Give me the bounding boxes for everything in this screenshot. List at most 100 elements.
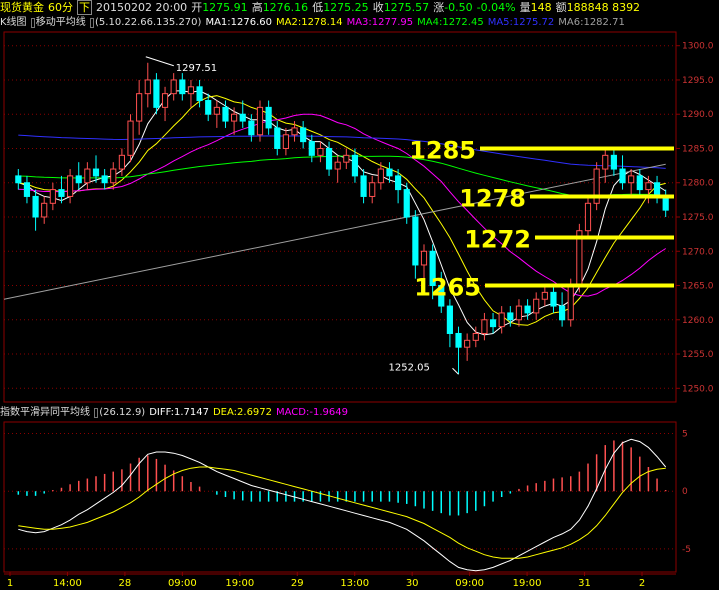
x-tick-label: 29 — [291, 578, 304, 589]
candle-body — [92, 168, 100, 177]
low-marker-line — [452, 367, 459, 375]
price-tick-label: 1290.0 — [682, 110, 714, 120]
candle-body — [49, 189, 56, 204]
price-tick-label: 1275.0 — [682, 213, 714, 223]
candle-body — [317, 147, 324, 156]
price-tick-label: 1300.0 — [682, 42, 714, 52]
low-annotation: 1252.05 — [389, 362, 430, 373]
candle-body — [179, 79, 186, 95]
candle-body — [265, 106, 272, 129]
dea-line — [18, 466, 666, 559]
candle-body — [248, 120, 255, 136]
x-tick-label: 09:00 — [168, 578, 197, 589]
macd-panel-frame — [3, 421, 677, 573]
candle-body — [498, 312, 505, 328]
candle-body — [377, 168, 384, 184]
chart-canvas[interactable]: 1297.51 1252.05 1285 1278 1272 1265 1300.0 129… — [0, 0, 719, 590]
candle-body — [351, 154, 359, 177]
candle-body — [653, 182, 661, 197]
candle-body — [325, 147, 333, 170]
candle-body — [256, 106, 264, 136]
candle-body — [222, 106, 229, 122]
level-label-1265: 1265 — [414, 274, 481, 302]
candle-body — [395, 175, 402, 191]
candle-body — [170, 79, 177, 95]
candle-body — [455, 332, 462, 348]
candle-body — [636, 175, 643, 191]
candle-body — [58, 189, 65, 197]
moving-average-layer — [3, 90, 666, 336]
candle-body — [84, 168, 91, 184]
candle-body — [161, 93, 169, 108]
x-tick-label: 19:00 — [513, 578, 542, 589]
candle-body — [386, 168, 393, 177]
ma5-line — [18, 134, 666, 169]
candle-body — [282, 134, 289, 149]
candle-body — [136, 93, 143, 122]
candle-body — [23, 182, 31, 197]
x-tick-label: 31 — [578, 578, 591, 589]
candle-body — [300, 127, 307, 143]
candle-body — [308, 141, 315, 156]
candle-body — [446, 305, 453, 334]
macd-tick-label: -5 — [682, 545, 691, 555]
candle-body — [274, 127, 281, 149]
candle-body — [472, 332, 479, 341]
x-tick-label: 30 — [406, 578, 419, 589]
candle-body — [144, 79, 151, 95]
candle-body — [343, 154, 350, 163]
macd-tick-label: 0 — [682, 487, 688, 497]
candle-body — [541, 291, 548, 300]
candle-body — [15, 175, 22, 184]
candle-body — [67, 175, 74, 197]
candle-body — [567, 285, 574, 321]
price-tick-label: 1250.0 — [682, 384, 714, 394]
candle-body — [610, 154, 617, 170]
candle-body — [196, 86, 203, 102]
macd-layer — [17, 438, 667, 572]
level-label-1272: 1272 — [464, 226, 531, 254]
candle-body — [550, 291, 557, 307]
candle-body — [205, 100, 212, 115]
candle-body — [481, 319, 488, 334]
ma6-line — [3, 163, 666, 300]
candle-body — [524, 305, 531, 314]
level-label-1285: 1285 — [409, 136, 476, 164]
candle-body — [559, 305, 566, 321]
candle-body — [369, 182, 376, 197]
candle-body — [403, 189, 410, 218]
candle-body — [153, 79, 160, 108]
level-label-1278: 1278 — [459, 184, 526, 212]
candle-body — [41, 202, 48, 218]
x-tick-label: 2 — [639, 578, 645, 589]
ma3-line — [18, 113, 666, 297]
high-marker-line — [145, 56, 174, 67]
price-tick-label: 1285.0 — [682, 144, 714, 154]
candle-body — [101, 175, 108, 184]
candle-body — [515, 305, 523, 321]
candle-body — [533, 298, 540, 314]
x-tick-label: 14:00 — [53, 578, 82, 589]
candle-body — [32, 195, 39, 218]
candle-body — [645, 182, 652, 191]
candle-body — [75, 175, 82, 184]
macd-tick-label: 5 — [682, 430, 688, 440]
candle-body — [334, 161, 341, 170]
candle-body — [602, 154, 609, 170]
candle-body — [118, 154, 125, 170]
candle-body — [231, 113, 238, 122]
diff-line — [18, 438, 667, 572]
candlestick-layer[interactable] — [15, 62, 669, 375]
candle-body — [291, 127, 298, 136]
candle-body — [464, 339, 471, 348]
x-tick-label: 09:00 — [455, 578, 484, 589]
price-tick-label: 1260.0 — [682, 316, 714, 326]
candle-body — [360, 175, 367, 197]
x-tick-label: 28 — [119, 578, 132, 589]
candle-body — [127, 120, 134, 156]
price-tick-label: 1270.0 — [682, 247, 714, 257]
candle-body — [187, 86, 195, 95]
candle-body — [619, 168, 626, 184]
high-annotation: 1297.51 — [176, 63, 217, 74]
price-tick-label: 1280.0 — [682, 179, 714, 189]
